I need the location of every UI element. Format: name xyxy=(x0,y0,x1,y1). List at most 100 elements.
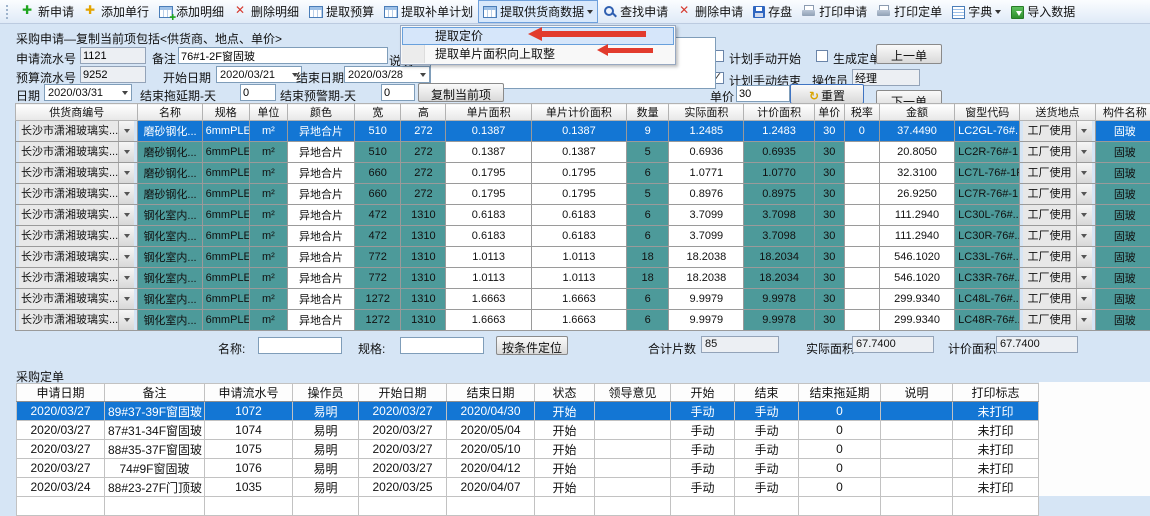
order-cell[interactable]: 易明 xyxy=(293,478,359,497)
dropdown-arrow-icon[interactable] xyxy=(118,310,134,330)
order-cell[interactable] xyxy=(595,402,671,421)
grid-cell[interactable]: 111.2940 xyxy=(879,226,954,247)
grid-cell[interactable]: 0.6183 xyxy=(446,226,531,247)
grid-header-cell[interactable]: 备注 xyxy=(105,384,205,402)
grid-cell[interactable]: 工厂使用 xyxy=(1020,205,1095,226)
grid-cell[interactable]: m² xyxy=(249,310,287,331)
grid-header-cell[interactable]: 开始 xyxy=(671,384,735,402)
grid-cell[interactable]: 工厂使用 xyxy=(1020,289,1095,310)
grid-header-cell[interactable]: 规格 xyxy=(202,104,249,121)
grid-header-cell[interactable]: 名称 xyxy=(138,104,202,121)
grid-cell[interactable]: 30 xyxy=(814,205,844,226)
grid-cell[interactable]: 异地合片 xyxy=(287,289,354,310)
order-cell[interactable]: 未打印 xyxy=(953,459,1039,478)
order-cell[interactable]: 未打印 xyxy=(953,440,1039,459)
grid-cell[interactable]: 0.1387 xyxy=(446,121,531,142)
order-cell[interactable]: 1075 xyxy=(205,440,293,459)
order-row[interactable]: 2020/03/2488#23-27F门顶玻1035易明2020/03/2520… xyxy=(17,478,1039,497)
order-cell[interactable]: 1076 xyxy=(205,459,293,478)
grid-cell[interactable]: 1.6663 xyxy=(446,289,531,310)
order-cell[interactable]: 2020/05/04 xyxy=(447,421,535,440)
grid-header-cell[interactable]: 状态 xyxy=(535,384,595,402)
grid-header-cell[interactable]: 供货商编号 xyxy=(16,104,138,121)
grid-cell[interactable]: 异地合片 xyxy=(287,142,354,163)
grid-cell[interactable]: 工厂使用 xyxy=(1020,142,1095,163)
grid-cell[interactable]: 异地合片 xyxy=(287,121,354,142)
grid-cell[interactable]: 工厂使用 xyxy=(1020,310,1095,331)
toolbar-delete-request[interactable]: 删除申请 xyxy=(673,0,748,23)
grid-cell[interactable]: 固玻 xyxy=(1095,289,1150,310)
grid-header-cell[interactable]: 构件名称 xyxy=(1095,104,1150,121)
grid-header-cell[interactable]: 打印标志 xyxy=(953,384,1039,402)
order-cell[interactable]: 89#37-39F窗固玻 xyxy=(105,402,205,421)
order-cell[interactable] xyxy=(671,497,735,516)
grid-cell[interactable]: 30 xyxy=(814,142,844,163)
grid-cell[interactable]: 18.2038 xyxy=(669,268,744,289)
order-cell[interactable]: 0 xyxy=(799,440,881,459)
order-cell[interactable] xyxy=(881,478,953,497)
dropdown-arrow-icon[interactable] xyxy=(1076,268,1092,288)
grid-cell[interactable]: 0.1387 xyxy=(531,142,626,163)
dropdown-arrow-icon[interactable] xyxy=(118,268,134,288)
grid-header-cell[interactable]: 申请流水号 xyxy=(205,384,293,402)
grid-cell[interactable] xyxy=(844,289,879,310)
grid-cell[interactable]: 长沙市潇湘玻璃实... xyxy=(16,184,138,205)
order-cell[interactable]: 开始 xyxy=(535,478,595,497)
toolbar-extract-supplier-data[interactable]: 提取供货商数据 xyxy=(478,0,598,23)
grid-row[interactable]: 长沙市潇湘玻璃实...磨砂钢化...6mmPLE...m²异地合片6602720… xyxy=(16,163,1150,184)
order-cell[interactable] xyxy=(17,497,105,516)
order-cell[interactable] xyxy=(735,497,799,516)
grid-header-cell[interactable]: 申请日期 xyxy=(17,384,105,402)
grid-cell[interactable]: 1310 xyxy=(401,247,446,268)
dropdown-arrow-icon[interactable] xyxy=(1076,289,1092,309)
grid-cell[interactable]: 772 xyxy=(355,247,401,268)
grid-cell[interactable]: m² xyxy=(249,184,287,205)
order-row[interactable]: 2020/03/2774#9F窗固玻1076易明2020/03/272020/0… xyxy=(17,459,1039,478)
grid-cell[interactable]: 6mmPLE... xyxy=(202,289,249,310)
grid-cell[interactable]: LC48R-76#... xyxy=(955,310,1020,331)
order-cell[interactable]: 2020/04/30 xyxy=(447,402,535,421)
grid-cell[interactable]: 0.8975 xyxy=(744,184,814,205)
grid-cell[interactable]: LC30L-76#... xyxy=(955,205,1020,226)
dropdown-arrow-icon[interactable] xyxy=(118,121,134,141)
order-cell[interactable] xyxy=(359,497,447,516)
grid-cell[interactable]: 3.7099 xyxy=(669,205,744,226)
grid-cell[interactable]: 1.6663 xyxy=(446,310,531,331)
grid-cell[interactable]: 0.1387 xyxy=(446,142,531,163)
grid-cell[interactable]: 6mmPLE... xyxy=(202,121,249,142)
order-cell[interactable]: 2020/03/27 xyxy=(359,440,447,459)
grid-cell[interactable]: LC7R-76#-1FO xyxy=(955,184,1020,205)
order-cell[interactable]: 88#23-27F门顶玻 xyxy=(105,478,205,497)
dropdown-arrow-icon[interactable] xyxy=(118,163,134,183)
grid-cell[interactable]: 3.7098 xyxy=(744,205,814,226)
grid-cell[interactable]: 9 xyxy=(627,121,669,142)
budget-input[interactable] xyxy=(80,66,146,83)
order-cell[interactable]: 2020/03/27 xyxy=(359,402,447,421)
grid-cell[interactable]: 0.1795 xyxy=(531,163,626,184)
order-cell[interactable]: 开始 xyxy=(535,459,595,478)
order-cell[interactable] xyxy=(799,497,881,516)
grid-header-cell[interactable]: 说明 xyxy=(881,384,953,402)
grid-cell[interactable]: 钢化室内... xyxy=(138,247,202,268)
grid-cell[interactable]: 1310 xyxy=(401,268,446,289)
grid-cell[interactable] xyxy=(844,184,879,205)
grid-cell[interactable]: 1310 xyxy=(401,226,446,247)
grid-row[interactable]: 长沙市潇湘玻璃实...钢化室内...6mmPLE...m²异地合片1272131… xyxy=(16,289,1150,310)
order-cell[interactable]: 开始 xyxy=(535,402,595,421)
grid-cell[interactable]: 固玻 xyxy=(1095,163,1150,184)
order-cell[interactable] xyxy=(881,421,953,440)
order-cell[interactable]: 开始 xyxy=(535,440,595,459)
checkbox-generate-order[interactable] xyxy=(816,50,828,62)
toolbar-dictionary[interactable]: 字典 xyxy=(947,0,1006,23)
order-cell[interactable] xyxy=(595,497,671,516)
dropdown-arrow-icon[interactable] xyxy=(1076,163,1092,183)
dropdown-arrow-icon[interactable] xyxy=(1076,142,1092,162)
grid-cell[interactable]: 长沙市潇湘玻璃实... xyxy=(16,268,138,289)
grid-cell[interactable]: 6mmPLE... xyxy=(202,142,249,163)
grid-cell[interactable]: 9.9979 xyxy=(669,310,744,331)
order-cell[interactable]: 2020/03/24 xyxy=(17,478,105,497)
order-cell[interactable]: 2020/03/27 xyxy=(359,459,447,478)
grid-cell[interactable]: 272 xyxy=(401,184,446,205)
grid-header-cell[interactable]: 金额 xyxy=(879,104,954,121)
grid-cell[interactable]: 异地合片 xyxy=(287,268,354,289)
